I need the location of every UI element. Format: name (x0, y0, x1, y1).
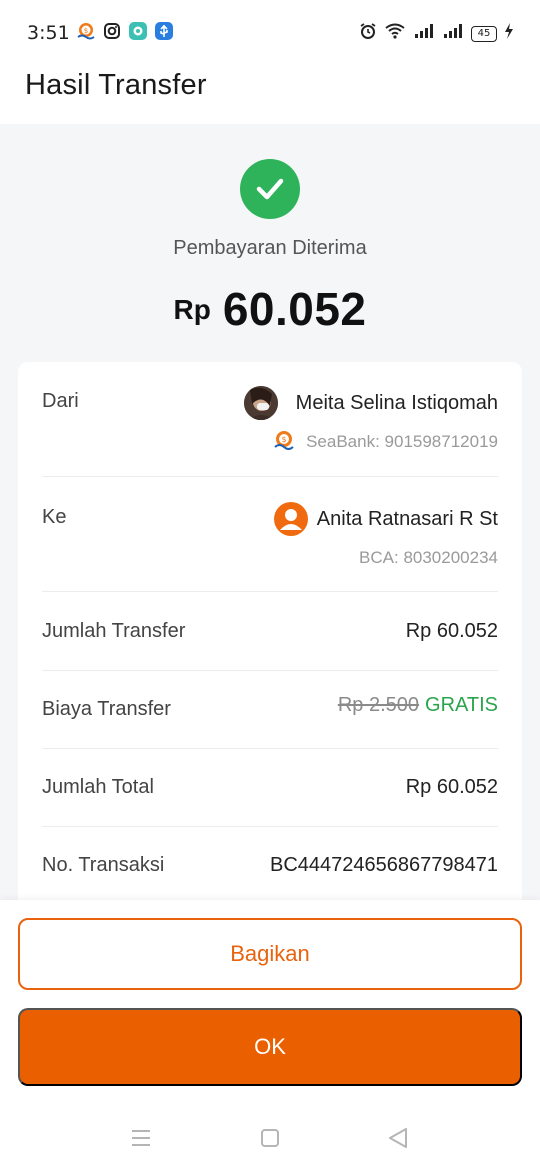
detail-row-fee: Biaya Transfer Rp 2.500 GRATIS (42, 694, 498, 724)
usb-icon (155, 22, 173, 40)
fee-original: Rp 2.500 (337, 694, 420, 716)
svg-text:$: $ (281, 435, 286, 444)
amount-value: 60.052 (222, 283, 367, 335)
ok-button[interactable]: OK (18, 1008, 522, 1086)
fee-label: Biaya Transfer (42, 698, 171, 720)
divider (42, 748, 498, 749)
seabank-icon: $ (274, 430, 294, 455)
battery-level: 45 (477, 27, 491, 39)
battery-icon: 45 (471, 25, 497, 42)
transfer-amount-label: Jumlah Transfer (42, 620, 186, 642)
success-check-icon (240, 159, 300, 219)
total-value: Rp 60.052 (405, 776, 498, 798)
status-app-icons: $ (77, 22, 173, 40)
chat-app-icon (129, 22, 147, 40)
divider (42, 826, 498, 827)
back-triangle-icon[interactable] (386, 1126, 410, 1155)
detail-row-transaction-no: No. Transaksi BC444724656867798471 (42, 854, 498, 880)
detail-row-total: Jumlah Total Rp 60.052 (42, 776, 498, 802)
status-bar: 3:51 $ 45 (0, 0, 540, 64)
wifi-icon (384, 22, 406, 45)
transaction-no-value[interactable]: BC444724656867798471 (270, 854, 498, 877)
system-navbar (0, 1110, 540, 1170)
seabank-icon: $ (77, 22, 95, 40)
detail-row-from: Dari Meita Selina Istiqomah $ SeaBank: 9… (42, 386, 498, 460)
svg-text:$: $ (84, 27, 88, 35)
signal-icon (442, 22, 464, 45)
signal-icon (413, 22, 435, 45)
instagram-icon (103, 22, 121, 40)
alarm-icon (359, 22, 377, 45)
divider (42, 591, 498, 592)
sender-avatar (244, 386, 278, 420)
transfer-amount-value: Rp 60.052 (405, 620, 498, 642)
total-label: Jumlah Total (42, 776, 154, 798)
recipient-account: BCA: 8030200234 (359, 548, 498, 567)
home-square-icon[interactable] (259, 1127, 281, 1154)
detail-row-to: Ke Anita Ratnasari R St BCA: 8030200234 (42, 502, 498, 576)
page-title: Hasil Transfer (25, 69, 207, 101)
divider (42, 670, 498, 671)
sender-account: SeaBank: 901598712019 (306, 432, 498, 451)
charging-icon (504, 22, 514, 45)
transfer-details-card: Dari Meita Selina Istiqomah $ SeaBank: 9… (18, 362, 522, 900)
to-label: Ke (42, 506, 67, 528)
amount-currency: Rp (173, 294, 211, 325)
payment-status-text: Pembayaran Diterima (173, 237, 367, 259)
menu-icon[interactable] (130, 1128, 152, 1153)
recipient-name: Anita Ratnasari R St (316, 508, 498, 530)
from-label: Dari (42, 390, 79, 412)
status-time: 3:51 (27, 22, 70, 44)
transfer-result-content: Pembayaran Diterima Rp 60.052 Dari Meita … (0, 124, 540, 900)
sender-name: Meita Selina Istiqomah (295, 392, 498, 414)
detail-row-transfer-amount: Jumlah Transfer Rp 60.052 (42, 620, 498, 646)
divider (42, 476, 498, 477)
recipient-avatar-icon (274, 502, 308, 536)
amount-display: Rp 60.052 (0, 282, 540, 336)
share-button[interactable]: Bagikan (18, 918, 522, 990)
fee-value: Rp 2.500 GRATIS (338, 694, 498, 717)
fee-free-badge: GRATIS (425, 694, 498, 716)
header: Hasil Transfer (0, 64, 540, 124)
status-right-icons: 45 (359, 22, 514, 45)
transaction-no-label: No. Transaksi (42, 854, 165, 876)
